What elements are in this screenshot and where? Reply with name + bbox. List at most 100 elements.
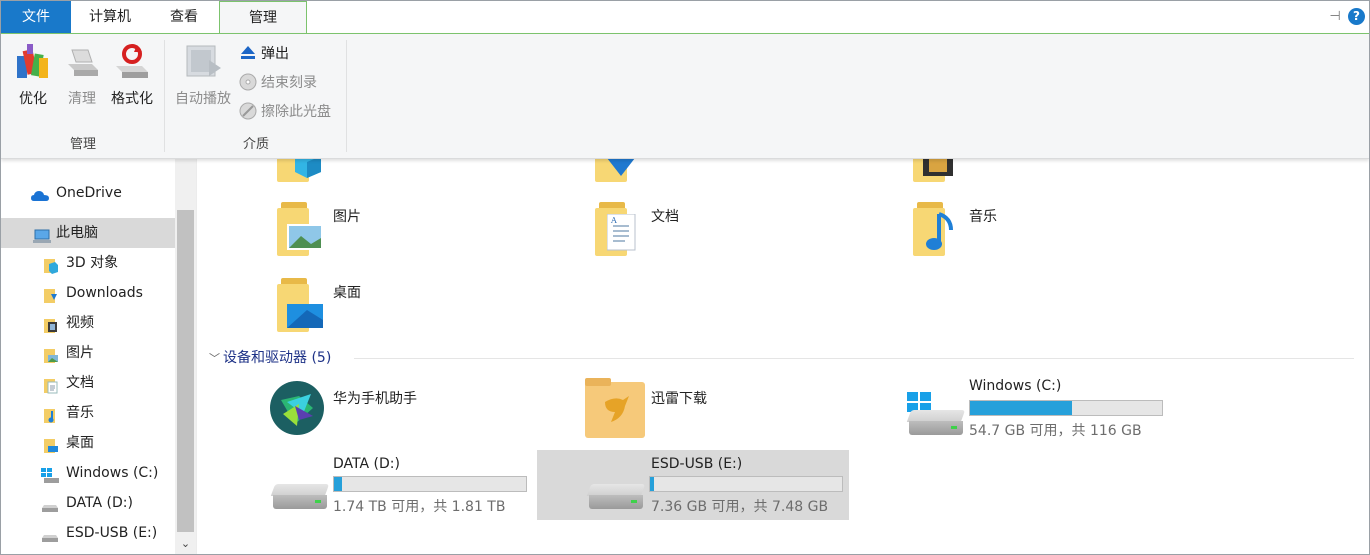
videos-folder-icon[interactable] [911, 158, 959, 182]
nav-item-drive-c[interactable]: Windows (C:) [1, 458, 175, 488]
format-icon [112, 42, 152, 82]
chevron-down-icon: ﹀ [209, 352, 220, 365]
pictures-folder-icon [275, 202, 323, 256]
nav-item-this-pc[interactable]: 此电脑 [1, 218, 175, 248]
documents-folder-icon [43, 375, 59, 394]
autoplay-icon [183, 42, 223, 82]
3d-objects-folder-icon [43, 255, 59, 274]
drive-c-free-space: 54.7 GB 可用，共 116 GB [969, 423, 1142, 439]
devices-section-header[interactable]: ﹀ 设备和驱动器 (5) [209, 348, 331, 368]
nav-label: ESD-USB (E:) [66, 525, 158, 541]
erase-disc-label: 擦除此光盘 [261, 104, 331, 120]
erase-disc-button[interactable]: 擦除此光盘 [239, 100, 331, 124]
nav-label: 图片 [66, 345, 94, 361]
usage-fill [334, 477, 342, 491]
videos-folder-icon [43, 315, 59, 333]
folder-desktop[interactable]: 桌面 [275, 278, 475, 338]
nav-scrollbar[interactable]: ⌄ [175, 158, 196, 554]
tab-file[interactable]: 文件 [1, 1, 71, 33]
huawei-assistant-icon [270, 381, 324, 435]
cleanup-button[interactable]: 清理 [58, 40, 106, 107]
nav-label: 此电脑 [56, 225, 98, 241]
autoplay-label: 自动播放 [175, 91, 231, 107]
folder-label: 文档 [651, 209, 679, 225]
drive-d-usage-bar [333, 476, 527, 492]
nav-item-downloads[interactable]: Downloads [1, 278, 175, 308]
drive-c-name: Windows (C:) [969, 378, 1062, 394]
nav-label: 文档 [66, 375, 94, 391]
folder-label: 桌面 [333, 285, 361, 301]
finish-burn-button[interactable]: 结束刻录 [239, 71, 317, 95]
format-label: 格式化 [111, 91, 153, 107]
windows-drive-icon [906, 392, 966, 436]
optimize-icon [13, 42, 53, 82]
3d-objects-folder-icon[interactable] [275, 158, 323, 182]
group-media-label: 介质 [242, 137, 269, 152]
nav-label: OneDrive [56, 185, 122, 201]
nav-item-3d-objects[interactable]: 3D 对象 [1, 248, 175, 278]
drive-e[interactable]: ESD-USB (E:) 7.36 GB 可用，共 7.48 GB [537, 450, 849, 520]
device-xunlei-download[interactable]: 迅雷下载 [583, 378, 863, 438]
scroll-down-icon[interactable]: ⌄ [175, 537, 196, 550]
explorer-window: 文件 计算机 查看 管理 ⊣ ? 优化 清理 格式化 管理 自动播放 介质 弹出… [0, 0, 1370, 555]
drive-e-name: ESD-USB (E:) [651, 456, 743, 472]
music-folder-icon [43, 405, 59, 423]
nav-item-pictures[interactable]: 图片 [1, 338, 175, 368]
device-label: 华为手机助手 [333, 391, 417, 407]
navigation-pane: OneDrive 此电脑 3D 对象 Downloads 视频 图片 文档 音乐… [1, 158, 175, 554]
tab-manage[interactable]: 管理 [219, 1, 307, 34]
nav-label: Downloads [66, 285, 143, 301]
downloads-folder-icon[interactable] [593, 158, 641, 182]
nav-item-desktop[interactable]: 桌面 [1, 428, 175, 458]
folder-music[interactable]: 音乐 [911, 202, 1111, 262]
eject-button[interactable]: 弹出 [239, 42, 289, 66]
nav-item-drive-e[interactable]: ESD-USB (E:) [1, 518, 175, 548]
autoplay-button[interactable]: 自动播放 [173, 40, 233, 107]
format-button[interactable]: 格式化 [108, 40, 156, 107]
usb-drive-icon [586, 484, 646, 510]
group-manage: 优化 清理 格式化 管理 [1, 34, 165, 158]
drive-d[interactable]: DATA (D:) 1.74 TB 可用，共 1.81 TB [267, 450, 547, 518]
eject-label: 弹出 [261, 46, 289, 62]
cleanup-label: 清理 [68, 91, 96, 107]
finish-burn-label: 结束刻录 [261, 75, 317, 91]
tab-view[interactable]: 查看 [149, 1, 219, 33]
nav-label: Windows (C:) [66, 465, 159, 481]
nav-item-drive-d[interactable]: DATA (D:) [1, 488, 175, 518]
drive-d-name: DATA (D:) [333, 456, 400, 472]
eject-icon [239, 44, 257, 62]
drive-d-free-space: 1.74 TB 可用，共 1.81 TB [333, 499, 506, 515]
nav-label: 视频 [66, 315, 94, 331]
desktop-folder-icon [43, 435, 59, 453]
drive-c[interactable]: Windows (C:) 54.7 GB 可用，共 116 GB [903, 376, 1183, 442]
folder-pictures[interactable]: 图片 [275, 202, 475, 262]
ribbon-tab-bar: 文件 计算机 查看 管理 ⊣ ? [1, 1, 1369, 34]
svg-text:A: A [610, 216, 617, 225]
help-icon[interactable]: ? [1348, 8, 1365, 25]
cloud-icon [31, 185, 49, 201]
folder-documents[interactable]: A 文档 [593, 202, 793, 262]
nav-item-documents[interactable]: 文档 [1, 368, 175, 398]
ribbon: 优化 清理 格式化 管理 自动播放 介质 弹出 结束刻录 擦除此光盘 [1, 33, 1369, 159]
folder-label: 音乐 [969, 209, 997, 225]
pin-ribbon-icon[interactable]: ⊣ [1327, 9, 1343, 25]
hard-drive-icon [41, 495, 58, 512]
xunlei-folder-icon [585, 378, 645, 438]
scrollbar-thumb[interactable] [177, 210, 194, 532]
drive-e-usage-bar [649, 476, 843, 492]
nav-label: 音乐 [66, 405, 94, 421]
computer-icon [33, 225, 51, 243]
usb-drive-icon [41, 525, 58, 542]
group-manage-label: 管理 [69, 137, 96, 152]
nav-label: DATA (D:) [66, 495, 133, 511]
optimize-button[interactable]: 优化 [9, 40, 57, 107]
usage-fill [970, 401, 1072, 415]
cleanup-icon [62, 42, 102, 82]
tab-computer[interactable]: 计算机 [71, 1, 149, 33]
device-huawei-assistant[interactable]: 华为手机助手 [267, 378, 547, 438]
nav-item-music[interactable]: 音乐 [1, 398, 175, 428]
desktop-folder-icon [275, 278, 323, 332]
nav-item-onedrive[interactable]: OneDrive [1, 178, 175, 208]
nav-item-videos[interactable]: 视频 [1, 308, 175, 338]
pictures-folder-icon [43, 345, 59, 363]
